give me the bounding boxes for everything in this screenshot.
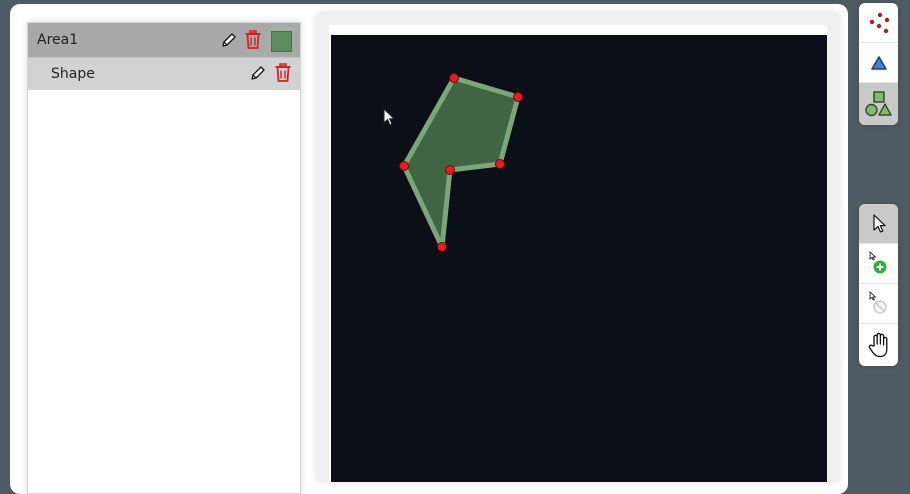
hand-icon [868, 332, 887, 358]
drawing-canvas[interactable] [331, 35, 827, 482]
edit-toolbar [859, 204, 898, 366]
add-point-icon [869, 250, 886, 273]
blue-triangle-icon [870, 55, 887, 70]
edit-icon[interactable] [249, 64, 267, 82]
vertex-handle[interactable] [449, 73, 459, 83]
pan-tool-button[interactable] [859, 324, 898, 366]
layer-row-shape[interactable]: Shape [28, 58, 300, 90]
red-dots-icon [869, 12, 889, 33]
shapes-tool-button[interactable] [859, 83, 898, 125]
shape-toolbar [859, 3, 898, 125]
cursor-icon [872, 213, 886, 233]
trash-icon[interactable] [244, 30, 262, 50]
points-tool-button[interactable] [859, 3, 898, 43]
layer-row-area[interactable]: Area1 [28, 23, 300, 58]
vertex-handle[interactable] [445, 165, 455, 175]
color-swatch[interactable] [271, 31, 292, 52]
layer-area-label: Area1 [37, 32, 79, 48]
vertex-handle[interactable] [495, 159, 505, 169]
vertex-handle[interactable] [437, 242, 447, 252]
canvas-svg [383, 73, 523, 252]
add-point-tool-button[interactable] [859, 244, 898, 284]
edit-icon[interactable] [220, 31, 238, 49]
vertex-handle[interactable] [513, 92, 523, 102]
remove-point-tool-button[interactable] [859, 284, 898, 324]
triangle-tool-button[interactable] [859, 43, 898, 83]
vertex-handle[interactable] [399, 161, 409, 171]
trash-icon[interactable] [274, 63, 292, 83]
remove-point-icon [869, 290, 887, 314]
green-shapes-icon [864, 91, 892, 117]
mouse-cursor-icon [383, 107, 396, 126]
select-tool-button[interactable] [859, 204, 898, 244]
layers-panel: Area1 Shape [27, 22, 301, 494]
layer-shape-label: Shape [51, 66, 95, 82]
